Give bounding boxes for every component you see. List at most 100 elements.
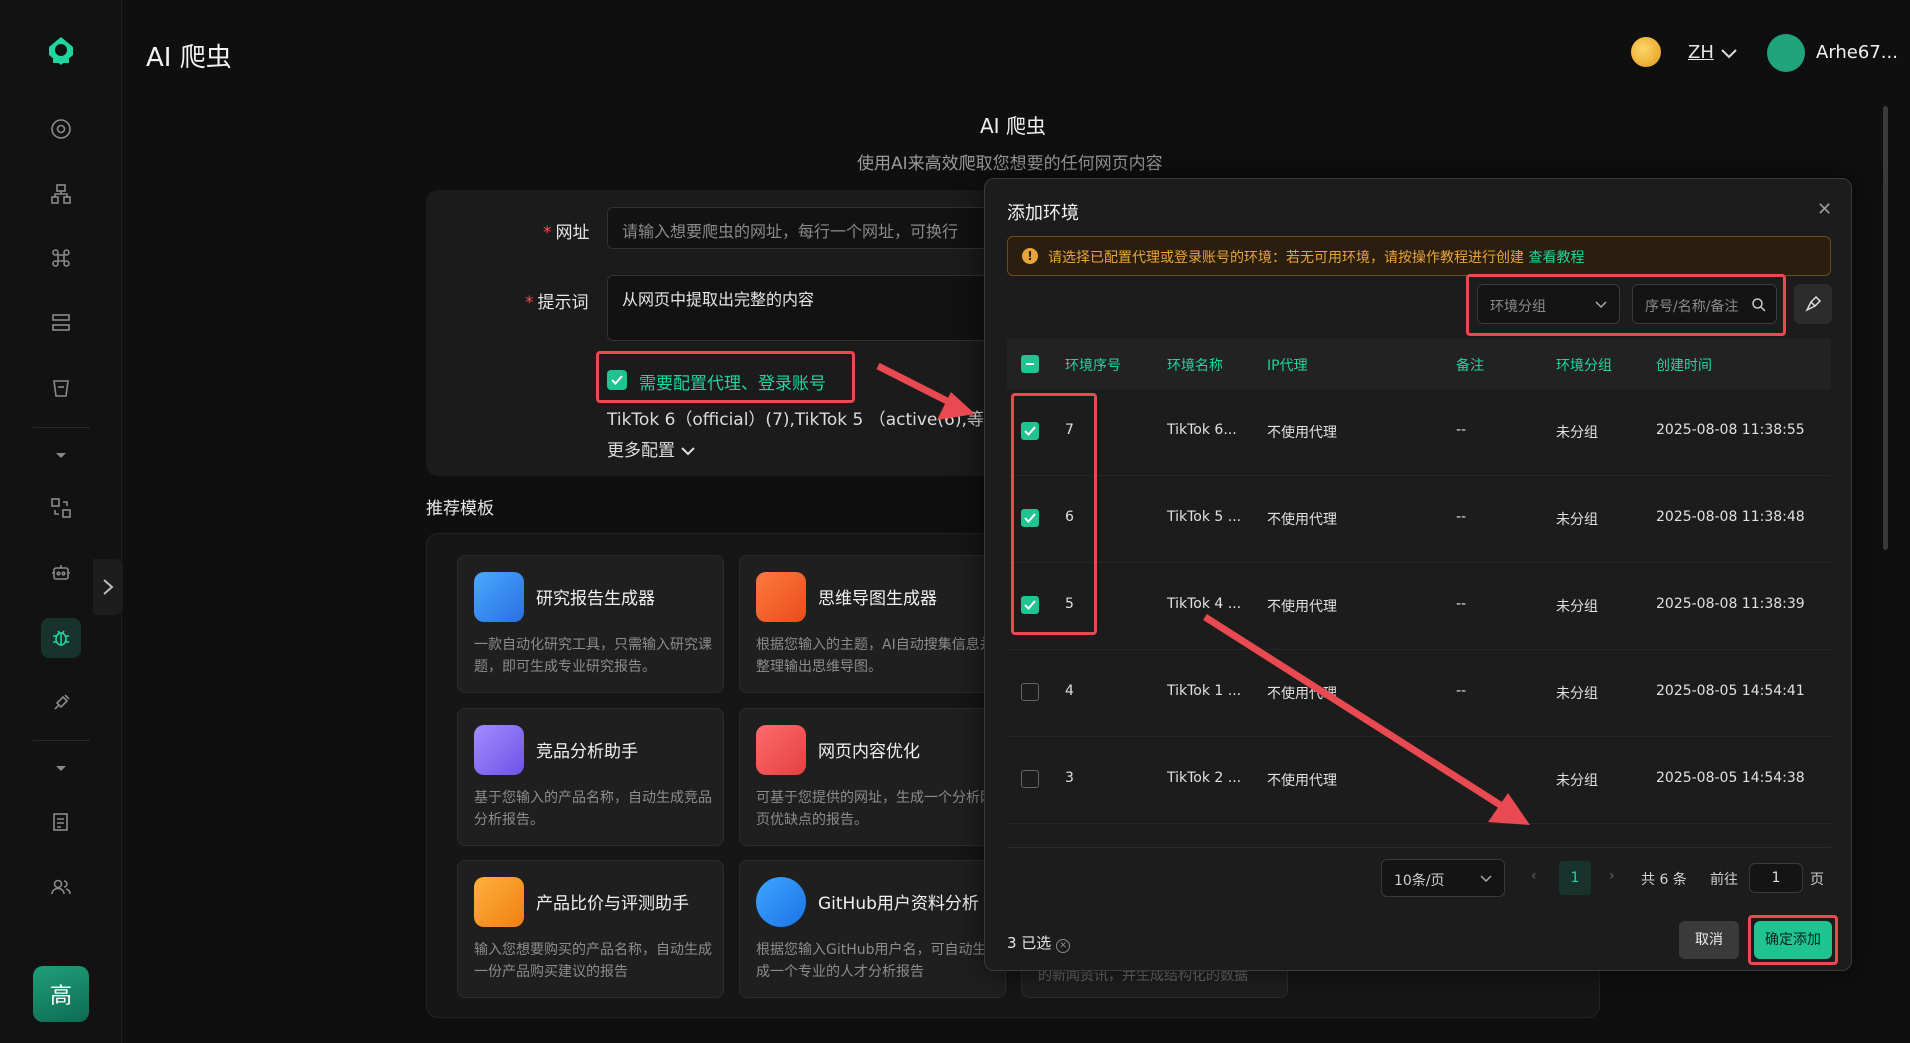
env-note: -- [1456, 509, 1467, 525]
page-scrollbar[interactable] [1883, 106, 1888, 550]
env-group: 未分组 [1556, 686, 1598, 702]
template-card[interactable]: 产品比价与评测助手 输入您想要购买的产品名称，自动生成一份产品购买建议的报告 [457, 860, 724, 998]
page-size-select[interactable]: 10条/页 [1381, 859, 1505, 897]
robot-icon[interactable] [41, 553, 81, 593]
plug-icon[interactable] [41, 683, 81, 723]
env-group: 未分组 [1556, 599, 1598, 615]
row-checkbox[interactable] [1021, 683, 1039, 701]
url-input[interactable]: 请输入想要爬虫的网址，每行一个网址，可换行 [607, 207, 1027, 249]
env-note: -- [1456, 422, 1467, 438]
sync-icon[interactable] [41, 488, 81, 528]
env-note: -- [1456, 683, 1467, 699]
annotation-box [1011, 393, 1097, 635]
org-chart-icon[interactable] [41, 174, 81, 214]
prompt-input[interactable]: 从网页中提取出完整的内容 [607, 275, 1027, 341]
template-card[interactable]: 思维导图生成器 根据您输入的主题，AI自动搜集信息并整理输出思维导图。 [739, 555, 1006, 693]
env-name: TikTok 1 ... [1167, 683, 1242, 699]
user-avatar-icon[interactable] [1767, 34, 1805, 72]
language-selector[interactable]: ZH [1688, 42, 1714, 63]
env-note: -- [1456, 596, 1467, 612]
prev-page-icon[interactable]: ‹ [1531, 868, 1537, 884]
sidebar: 高 [0, 0, 122, 1043]
list-icon[interactable] [41, 303, 81, 343]
template-card[interactable]: 网页内容优化 可基于您提供的网址，生成一个分析网页优缺点的报告。 [739, 708, 1006, 846]
clear-filter-button[interactable] [1794, 284, 1832, 324]
warning-icon: ! [1022, 248, 1038, 264]
col-header[interactable]: IP代理 [1267, 355, 1308, 375]
more-config-toggle[interactable]: 更多配置 [607, 436, 696, 461]
env-id: 4 [1065, 683, 1074, 699]
bucket-icon[interactable] [41, 368, 81, 408]
env-proxy: 不使用代理 [1267, 773, 1337, 789]
goto-page-input[interactable]: 1 [1749, 863, 1803, 893]
template-title: GitHub用户资料分析 [818, 894, 979, 914]
col-header[interactable]: 备注 [1456, 355, 1484, 375]
table-row[interactable]: 4 TikTok 1 ... 不使用代理 -- 未分组 2025-08-05 1… [1007, 650, 1831, 737]
price-tag-icon [474, 877, 524, 927]
goto-label: 前往 [1710, 872, 1738, 888]
selected-environments: TikTok 6（official）(7),TikTok 5 （active(6… [607, 410, 984, 430]
clear-selection-icon[interactable]: ✕ [1056, 939, 1071, 953]
env-created: 2025-08-05 14:54:38 [1656, 770, 1805, 786]
tutorial-link[interactable]: 查看教程 [1528, 250, 1584, 266]
chevron-down-icon[interactable] [1720, 48, 1738, 60]
warning-alert: ! 请选择已配置代理或登录账号的环境：若无可用环境，请按操作教程进行创建 查看教… [1007, 236, 1831, 276]
caret-down-icon[interactable] [41, 435, 81, 475]
env-group: 未分组 [1556, 425, 1598, 441]
mindmap-icon [756, 572, 806, 622]
table-row[interactable]: 3 TikTok 2 ... 不使用代理 未分组 2025-08-05 14:5… [1007, 737, 1831, 824]
logo-icon[interactable] [43, 33, 79, 69]
env-proxy: 不使用代理 [1267, 425, 1337, 441]
template-card[interactable]: 竞品分析助手 基于您输入的产品名称，自动生成竞品分析报告。 [457, 708, 724, 846]
template-desc: 根据您输入GitHub用户名，可自动生成一个专业的人才分析报告 [756, 942, 987, 980]
cancel-button[interactable]: 取消 [1679, 921, 1739, 959]
next-page-icon[interactable]: › [1609, 868, 1615, 884]
template-desc: 输入您想要购买的产品名称，自动生成一份产品购买建议的报告 [474, 942, 712, 980]
annotation-box [1466, 274, 1786, 336]
user-avatar[interactable]: 高 [33, 966, 89, 1022]
page-number-current[interactable]: 1 [1559, 861, 1591, 895]
template-card[interactable]: GitHub用户资料分析 根据您输入GitHub用户名，可自动生成一个专业的人才… [739, 860, 1006, 998]
document-icon[interactable] [41, 802, 81, 842]
document-icon [474, 572, 524, 622]
template-desc: 可基于您提供的网址，生成一个分析网页优缺点的报告。 [756, 790, 994, 828]
close-icon[interactable]: ✕ [1817, 199, 1832, 220]
browser-icon[interactable] [41, 109, 81, 149]
templates-title: 推荐模板 [426, 499, 494, 519]
sidebar-divider [33, 740, 90, 741]
caret-down-icon[interactable] [41, 748, 81, 788]
env-group: 未分组 [1556, 773, 1598, 789]
crawler-bug-icon[interactable] [41, 618, 81, 658]
env-group: 未分组 [1556, 512, 1598, 528]
app-window: 高 AI 爬虫 ZH Arhe67... AI 爬虫 使用AI来高效爬取您想要的… [0, 0, 1910, 1043]
table-header: 环境序号 环境名称 IP代理 备注 环境分组 创建时间 [1007, 339, 1831, 389]
selected-count: 3 已选 ✕ [1007, 932, 1071, 953]
chevron-down-icon [681, 447, 696, 456]
table-row[interactable]: 7 TikTok 6... 不使用代理 -- 未分组 2025-08-08 11… [1007, 389, 1831, 476]
select-all-checkbox[interactable] [1021, 355, 1039, 373]
coin-icon[interactable] [1631, 37, 1661, 67]
template-card[interactable]: 研究报告生成器 一款自动化研究工具，只需输入研究课题，即可生成专业研究报告。 [457, 555, 724, 693]
row-checkbox[interactable] [1021, 770, 1039, 788]
col-header[interactable]: 环境分组 [1556, 355, 1612, 375]
template-desc: 根据您输入的主题，AI自动搜集信息并整理输出思维导图。 [756, 637, 994, 675]
table-row[interactable]: 6 TikTok 5 ... 不使用代理 -- 未分组 2025-08-08 1… [1007, 476, 1831, 563]
env-name: TikTok 5 ... [1167, 509, 1242, 525]
add-environment-dialog: 添加环境 ✕ ! 请选择已配置代理或登录账号的环境：若无可用环境，请按操作教程进… [984, 178, 1852, 971]
user-name[interactable]: Arhe67... [1816, 42, 1898, 63]
table-row[interactable]: 5 TikTok 4 ... 不使用代理 -- 未分组 2025-08-08 1… [1007, 563, 1831, 650]
command-icon[interactable] [41, 238, 81, 278]
col-header[interactable]: 环境名称 [1167, 355, 1223, 375]
sidebar-expand-button[interactable] [93, 559, 123, 615]
users-icon[interactable] [41, 867, 81, 907]
col-header[interactable]: 环境序号 [1065, 355, 1121, 375]
chevron-right-icon [103, 579, 114, 595]
template-desc: 基于您输入的产品名称，自动生成竞品分析报告。 [474, 790, 712, 828]
page-size-value: 10条/页 [1394, 873, 1445, 889]
total-count: 共 6 条 [1641, 872, 1687, 888]
env-created: 2025-08-08 11:38:55 [1656, 422, 1805, 438]
prompt-label: * 提示词 [525, 293, 589, 313]
col-header[interactable]: 创建时间 [1656, 355, 1712, 375]
table-footer-divider [1007, 847, 1831, 848]
template-title: 产品比价与评测助手 [536, 894, 689, 914]
